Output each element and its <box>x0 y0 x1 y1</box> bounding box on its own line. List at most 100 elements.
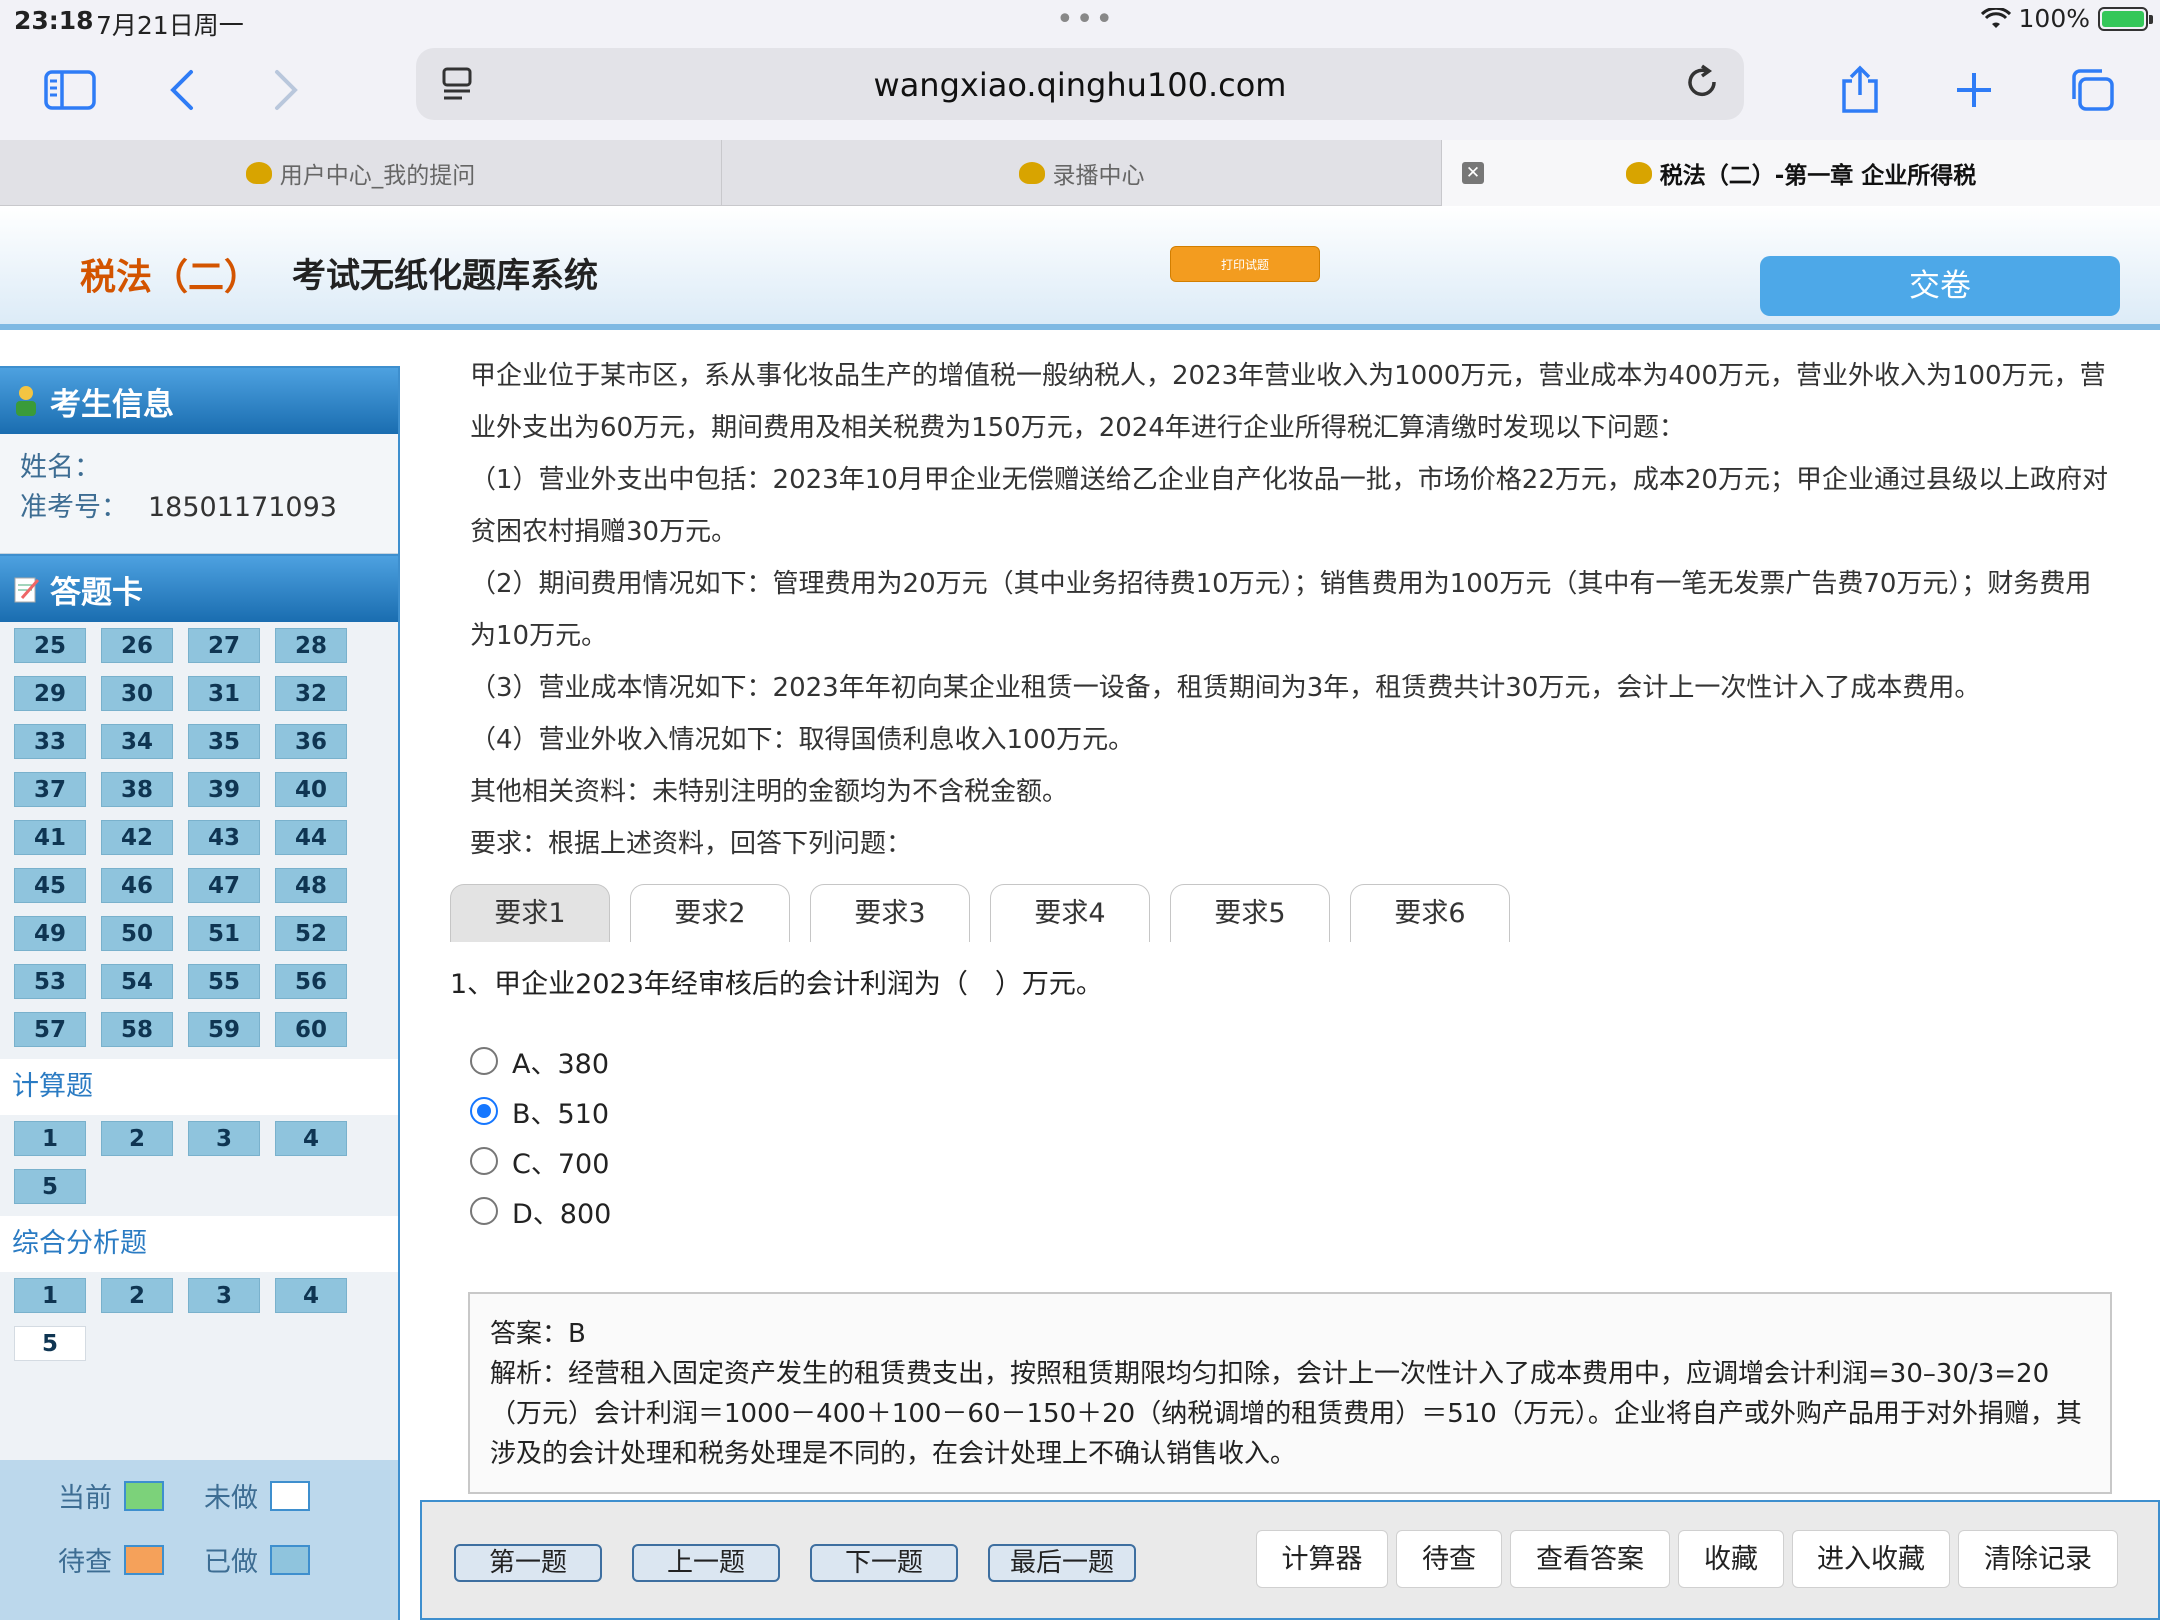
tab-current-exam[interactable]: 税法（二）-第一章 企业所得税 <box>1442 140 2160 206</box>
last-question-button[interactable]: 最后一题 <box>988 1544 1136 1582</box>
question-number-cell[interactable]: 54 <box>101 964 173 999</box>
question-number-cell[interactable]: 53 <box>14 964 86 999</box>
tab-req-2[interactable]: 要求2 <box>630 884 790 942</box>
question-number-cell[interactable]: 42 <box>101 820 173 855</box>
multitask-dots[interactable]: ••• <box>1056 2 1115 37</box>
radio-button[interactable] <box>470 1147 498 1175</box>
question-number-cell[interactable]: 32 <box>275 676 347 711</box>
question-number-cell[interactable]: 5 <box>14 1326 86 1361</box>
question-number-cell[interactable]: 1 <box>14 1278 86 1313</box>
question-number-cell[interactable]: 49 <box>14 916 86 951</box>
question-number-cell[interactable]: 41 <box>14 820 86 855</box>
question-number-cell[interactable]: 52 <box>275 916 347 951</box>
sidebar-toggle-icon[interactable] <box>38 58 102 122</box>
back-icon[interactable] <box>150 58 214 122</box>
question-number-cell[interactable]: 36 <box>275 724 347 759</box>
option-d[interactable]: D、800 <box>470 1186 611 1236</box>
tab-req-1[interactable]: 要求1 <box>450 884 610 942</box>
question-number-cell[interactable]: 27 <box>188 628 260 663</box>
reload-icon[interactable] <box>1682 62 1722 102</box>
question-number-cell[interactable]: 3 <box>188 1121 260 1156</box>
notepad-icon <box>14 577 40 603</box>
tab-user-center[interactable]: 用户中心_我的提问 <box>0 140 722 206</box>
question-number-cell[interactable]: 50 <box>101 916 173 951</box>
tab-req-3[interactable]: 要求3 <box>810 884 970 942</box>
status-time: 23:18 <box>14 6 94 35</box>
question-number-cell[interactable]: 47 <box>188 868 260 903</box>
question-number-cell[interactable]: 39 <box>188 772 260 807</box>
question-number-cell[interactable]: 46 <box>101 868 173 903</box>
question-number-cell[interactable]: 51 <box>188 916 260 951</box>
next-question-button[interactable]: 下一题 <box>810 1544 958 1582</box>
question-number-cell[interactable]: 35 <box>188 724 260 759</box>
question-number-cell[interactable]: 34 <box>101 724 173 759</box>
tabs-overview-icon[interactable] <box>2060 58 2124 122</box>
view-answer-button[interactable]: 查看答案 <box>1510 1530 1670 1588</box>
clear-records-button[interactable]: 清除记录 <box>1958 1530 2118 1588</box>
tab-title: 税法（二）-第一章 企业所得税 <box>1659 163 1977 189</box>
new-tab-icon[interactable] <box>1942 58 2006 122</box>
question-number-cell[interactable]: 40 <box>275 772 347 807</box>
question-number-cell[interactable]: 31 <box>188 676 260 711</box>
favorite-button[interactable]: 收藏 <box>1678 1530 1784 1588</box>
question-number-cell[interactable]: 2 <box>101 1278 173 1313</box>
question-number-cell[interactable]: 5 <box>14 1169 86 1204</box>
prev-question-button[interactable]: 上一题 <box>632 1544 780 1582</box>
candidate-info-header: 考生信息 <box>0 366 398 434</box>
tab-req-5[interactable]: 要求5 <box>1170 884 1330 942</box>
forward-icon[interactable] <box>254 58 318 122</box>
tab-req-6[interactable]: 要求6 <box>1350 884 1510 942</box>
battery-percent: 100% <box>2018 4 2090 33</box>
analysis-text: 解析：经营租入固定资产发生的租赁费支出，按照租赁期限均匀扣除，会计上一次性计入了… <box>490 1359 2082 1469</box>
question-number-cell[interactable]: 33 <box>14 724 86 759</box>
question-number-cell[interactable]: 3 <box>188 1278 260 1313</box>
page-header: 税法（二） 考试无纸化题库系统 打印试题 交卷 <box>0 206 2160 330</box>
legend-current: 当前 <box>58 1476 164 1515</box>
radio-button-selected[interactable] <box>470 1097 498 1125</box>
calculator-button[interactable]: 计算器 <box>1256 1530 1388 1588</box>
option-a[interactable]: A、380 <box>470 1036 611 1086</box>
question-number-cell[interactable]: 37 <box>14 772 86 807</box>
question-number-cell[interactable]: 58 <box>101 1012 173 1047</box>
print-button[interactable]: 打印试题 <box>1170 246 1320 282</box>
share-icon[interactable] <box>1828 58 1892 122</box>
question-number-cell[interactable]: 56 <box>275 964 347 999</box>
brand-system: 考试无纸化题库系统 <box>292 256 598 296</box>
question-number-cell[interactable]: 29 <box>14 676 86 711</box>
question-number-cell[interactable]: 48 <box>275 868 347 903</box>
radio-button[interactable] <box>470 1047 498 1075</box>
question-number-cell[interactable]: 26 <box>101 628 173 663</box>
open-favorites-button[interactable]: 进入收藏 <box>1792 1530 1950 1588</box>
question-material: 甲企业位于某市区，系从事化妆品生产的增值税一般纳税人，2023年营业收入为100… <box>470 350 2110 870</box>
candidate-info: 姓名： 准考号： 18501171093 <box>0 434 398 554</box>
question-number-cell[interactable]: 44 <box>275 820 347 855</box>
option-c[interactable]: C、700 <box>470 1136 611 1186</box>
tab-recording-center[interactable]: 录播中心 <box>722 140 1442 206</box>
mark-pending-button[interactable]: 待查 <box>1396 1530 1502 1588</box>
radio-button[interactable] <box>470 1197 498 1225</box>
url-text[interactable]: wangxiao.qinghu100.com <box>416 66 1744 104</box>
address-bar[interactable]: wangxiao.qinghu100.com <box>416 48 1744 120</box>
question-number-cell[interactable]: 43 <box>188 820 260 855</box>
question-number-cell[interactable]: 1 <box>14 1121 86 1156</box>
tab-req-4[interactable]: 要求4 <box>990 884 1150 942</box>
answer-options: A、380 B、510 C、700 D、800 <box>470 1036 611 1236</box>
submit-exam-button[interactable]: 交卷 <box>1760 256 2120 316</box>
question-number-cell[interactable]: 4 <box>275 1121 347 1156</box>
first-question-button[interactable]: 第一题 <box>454 1544 602 1582</box>
question-number-cell[interactable]: 28 <box>275 628 347 663</box>
question-number-cell[interactable]: 30 <box>101 676 173 711</box>
question-number-cell[interactable]: 25 <box>14 628 86 663</box>
legend-swatch <box>124 1544 164 1575</box>
option-b[interactable]: B、510 <box>470 1086 611 1136</box>
question-number-cell[interactable]: 55 <box>188 964 260 999</box>
exam-no-value: 18501171093 <box>148 492 337 523</box>
question-number-cell[interactable]: 4 <box>275 1278 347 1313</box>
question-number-cell[interactable]: 59 <box>188 1012 260 1047</box>
question-number-cell[interactable]: 38 <box>101 772 173 807</box>
question-number-cell[interactable]: 45 <box>14 868 86 903</box>
question-number-cell[interactable]: 57 <box>14 1012 86 1047</box>
question-number-cell[interactable]: 60 <box>275 1012 347 1047</box>
question-number-cell[interactable]: 2 <box>101 1121 173 1156</box>
close-tab-icon[interactable]: ✕ <box>1462 162 1484 184</box>
